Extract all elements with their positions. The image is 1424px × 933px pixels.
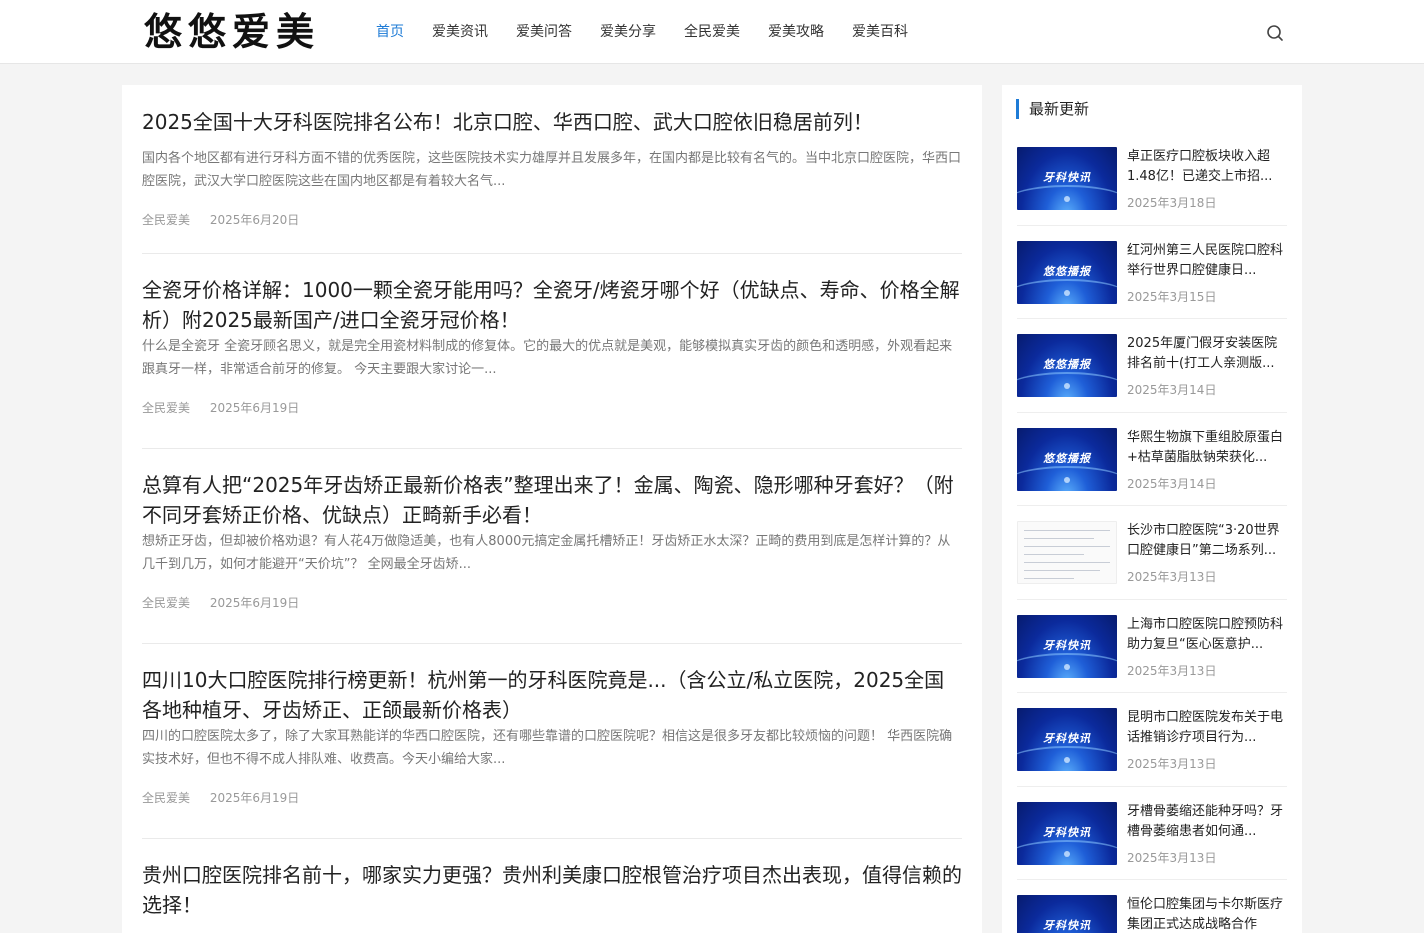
article-category[interactable]: 全民爱美 — [142, 213, 190, 227]
sidebar-item-title[interactable]: 华熙生物旗下重组胶原蛋白+枯草菌脂肽钠荣获化... — [1127, 428, 1289, 468]
article-meta: 全民爱美 2025年6月19日 — [142, 399, 962, 417]
thumbnail-image: 牙科快讯 — [1017, 895, 1117, 933]
sidebar-item-date: 2025年3月18日 — [1127, 196, 1217, 210]
main-nav: 首页 爱美资讯 爱美问答 爱美分享 全民爱美 爱美攻略 爱美百科 — [362, 0, 922, 64]
article-title[interactable]: 总算有人把“2025年牙齿矫正最新价格表”整理出来了！金属、陶瓷、隐形哪种牙套好… — [142, 470, 962, 530]
article-category[interactable]: 全民爱美 — [142, 596, 190, 610]
sidebar-divider — [1017, 505, 1287, 506]
article-date: 2025年6月20日 — [209, 213, 300, 227]
article-title[interactable]: 四川10大口腔医院排行榜更新！杭州第一的牙科医院竟是...（含公立/私立医院，2… — [142, 665, 962, 725]
nav-item-guide[interactable]: 爱美攻略 — [754, 0, 838, 64]
thumbnail-image: 牙科快讯 — [1017, 147, 1117, 210]
article-divider — [142, 253, 962, 254]
nav-item-news[interactable]: 爱美资讯 — [418, 0, 502, 64]
article-excerpt: 国内各个地区都有进行牙科方面不错的优秀医院，这些医院技术实力雄厚并且发展多年，在… — [142, 151, 962, 189]
thumbnail-image: 牙科快讯 — [1017, 802, 1117, 865]
sidebar-title: 最新更新 — [1016, 99, 1089, 119]
sidebar-item[interactable]: 牙科快讯 卓正医疗口腔板块收入超1.48亿！已递交上市招... 2025年3月1… — [1017, 147, 1287, 229]
sidebar-item-date: 2025年3月14日 — [1127, 477, 1217, 491]
sidebar-item-title[interactable]: 恒伦口腔集团与卡尔斯医疗集团正式达成战略合作 — [1127, 895, 1289, 933]
sidebar-item-date: 2025年3月15日 — [1127, 290, 1217, 304]
article-date: 2025年6月19日 — [209, 791, 300, 805]
article-category[interactable]: 全民爱美 — [142, 401, 190, 415]
article-divider — [142, 643, 962, 644]
sidebar-item[interactable]: 牙科快讯 上海市口腔医院口腔预防科助力复旦“医心医意护... 2025年3月13… — [1017, 615, 1287, 697]
article-excerpt: 什么是全瓷牙 全瓷牙顾名思义，就是完全用瓷材料制成的修复体。它的最大的优点就是美… — [142, 339, 953, 377]
sidebar-item-title[interactable]: 长沙市口腔医院“3·20世界口腔健康日”第二场系列... — [1127, 521, 1289, 561]
article-item: 2025全国十大牙科医院排名公布！北京口腔、华西口腔、武大口腔依旧稳居前列！ 国… — [142, 107, 962, 229]
article-date: 2025年6月19日 — [209, 401, 300, 415]
nav-item-all[interactable]: 全民爱美 — [670, 0, 754, 64]
sidebar-divider — [1017, 225, 1287, 226]
article-excerpt: 想矫正牙齿，但却被价格劝退？有人花4万做隐适美，也有人8000元搞定金属托槽矫正… — [142, 534, 951, 572]
article-title[interactable]: 贵州口腔医院排名前十，哪家实力更强？贵州利美康口腔根管治疗项目杰出表现，值得信赖… — [142, 860, 962, 920]
nav-item-qa[interactable]: 爱美问答 — [502, 0, 586, 64]
article-item: 全瓷牙价格详解：1000一颗全瓷牙能用吗？全瓷牙/烤瓷牙哪个好（优缺点、寿命、价… — [142, 275, 962, 417]
article-title[interactable]: 2025全国十大牙科医院排名公布！北京口腔、华西口腔、武大口腔依旧稳居前列！ — [142, 107, 962, 147]
article-list: 2025全国十大牙科医院排名公布！北京口腔、华西口腔、武大口腔依旧稳居前列！ 国… — [122, 85, 982, 933]
sidebar-item-title[interactable]: 卓正医疗口腔板块收入超1.48亿！已递交上市招... — [1127, 147, 1289, 187]
sidebar-item[interactable]: 长沙市口腔医院“3·20世界口腔健康日”第二场系列... 2025年3月13日 — [1017, 521, 1287, 603]
article-meta: 全民爱美 2025年6月19日 — [142, 789, 962, 807]
thumbnail-image: 牙科快讯 — [1017, 615, 1117, 678]
sidebar-divider — [1017, 599, 1287, 600]
sidebar-item[interactable]: 悠悠播报 华熙生物旗下重组胶原蛋白+枯草菌脂肽钠荣获化... 2025年3月14… — [1017, 428, 1287, 510]
article-meta: 全民爱美 2025年6月19日 — [142, 594, 962, 612]
site-logo[interactable]: 悠悠爱美 — [144, 10, 320, 54]
sidebar-item[interactable]: 牙科快讯 牙槽骨萎缩还能种牙吗？牙槽骨萎缩患者如何通... 2025年3月13日 — [1017, 802, 1287, 884]
thumbnail-image: 牙科快讯 — [1017, 708, 1117, 771]
sidebar-divider — [1017, 786, 1287, 787]
thumbnail-image: 悠悠播报 — [1017, 334, 1117, 397]
article-date: 2025年6月19日 — [209, 596, 300, 610]
sidebar-divider — [1017, 692, 1287, 693]
article-title[interactable]: 全瓷牙价格详解：1000一颗全瓷牙能用吗？全瓷牙/烤瓷牙哪个好（优缺点、寿命、价… — [142, 275, 962, 335]
nav-item-share[interactable]: 爱美分享 — [586, 0, 670, 64]
search-icon[interactable] — [1265, 23, 1285, 43]
site-header: 悠悠爱美 首页 爱美资讯 爱美问答 爱美分享 全民爱美 爱美攻略 爱美百科 — [0, 0, 1424, 64]
sidebar-item-title[interactable]: 上海市口腔医院口腔预防科助力复旦“医心医意护... — [1127, 615, 1289, 655]
sidebar-item[interactable]: 悠悠播报 红河州第三人民医院口腔科举行世界口腔健康日... 2025年3月15日 — [1017, 241, 1287, 323]
sidebar-item-date: 2025年3月13日 — [1127, 851, 1217, 865]
sidebar-item-title[interactable]: 牙槽骨萎缩还能种牙吗？牙槽骨萎缩患者如何通... — [1127, 802, 1289, 842]
nav-item-wiki[interactable]: 爱美百科 — [838, 0, 922, 64]
sidebar-item-title[interactable]: 红河州第三人民医院口腔科举行世界口腔健康日... — [1127, 241, 1289, 281]
article-category[interactable]: 全民爱美 — [142, 791, 190, 805]
sidebar-item-title[interactable]: 2025年厦门假牙安装医院排名前十(打工人亲测版... — [1127, 334, 1289, 374]
article-divider — [142, 838, 962, 839]
article-divider — [142, 448, 962, 449]
sidebar-item[interactable]: 悠悠播报 2025年厦门假牙安装医院排名前十(打工人亲测版... 2025年3月… — [1017, 334, 1287, 416]
article-meta: 全民爱美 2025年6月20日 — [142, 211, 962, 229]
sidebar-item-title[interactable]: 昆明市口腔医院发布关于电话推销诊疗项目行为... — [1127, 708, 1289, 748]
sidebar-item[interactable]: 牙科快讯 恒伦口腔集团与卡尔斯医疗集团正式达成战略合作 — [1017, 895, 1287, 933]
sidebar-divider — [1017, 318, 1287, 319]
sidebar-item-date: 2025年3月14日 — [1127, 383, 1217, 397]
article-item: 四川10大口腔医院排行榜更新！杭州第一的牙科医院竟是...（含公立/私立医院，2… — [142, 665, 962, 807]
article-item: 总算有人把“2025年牙齿矫正最新价格表”整理出来了！金属、陶瓷、隐形哪种牙套好… — [142, 470, 962, 612]
sidebar-item[interactable]: 牙科快讯 昆明市口腔医院发布关于电话推销诊疗项目行为... 2025年3月13日 — [1017, 708, 1287, 790]
nav-item-home[interactable]: 首页 — [362, 0, 418, 64]
thumbnail-image: 悠悠播报 — [1017, 428, 1117, 491]
thumbnail-image: 悠悠播报 — [1017, 241, 1117, 304]
thumbnail-image — [1017, 521, 1117, 584]
sidebar-item-date: 2025年3月13日 — [1127, 757, 1217, 771]
article-item: 贵州口腔医院排名前十，哪家实力更强？贵州利美康口腔根管治疗项目杰出表现，值得信赖… — [142, 860, 962, 920]
sidebar-item-date: 2025年3月13日 — [1127, 664, 1217, 678]
sidebar-latest: 最新更新 牙科快讯 卓正医疗口腔板块收入超1.48亿！已递交上市招... 202… — [1002, 85, 1302, 933]
article-excerpt: 四川的口腔医院太多了，除了大家耳熟能详的华西口腔医院，还有哪些靠谱的口腔医院呢？… — [142, 729, 953, 767]
sidebar-divider — [1017, 412, 1287, 413]
sidebar-item-date: 2025年3月13日 — [1127, 570, 1217, 584]
sidebar-divider — [1017, 879, 1287, 880]
